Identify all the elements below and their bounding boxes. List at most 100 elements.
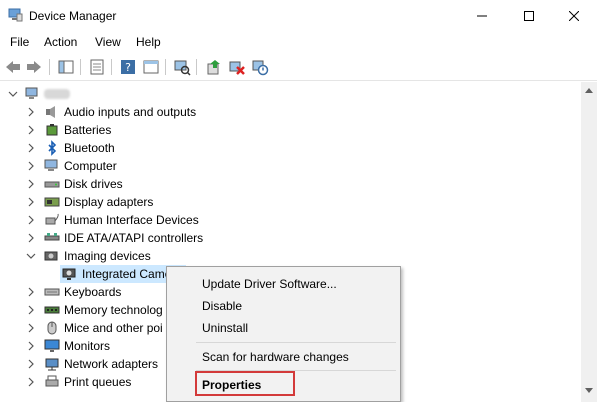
camera-icon xyxy=(44,251,58,261)
toolbar-separator xyxy=(49,59,50,75)
tree-item-label: Network adapters xyxy=(64,357,159,371)
tree-category-bluetooth[interactable]: Bluetooth xyxy=(0,139,581,157)
tree-item-label: Imaging devices xyxy=(64,249,151,263)
disk-drive-icon xyxy=(44,181,60,188)
tree-item-label: Audio inputs and outputs xyxy=(64,105,197,119)
chevron-right-icon[interactable] xyxy=(26,161,36,171)
properties-sheet-icon[interactable] xyxy=(88,58,106,76)
menu-action[interactable]: Action xyxy=(44,35,77,49)
chevron-right-icon[interactable] xyxy=(26,377,36,387)
printer-icon xyxy=(45,375,59,387)
toolbar-separator xyxy=(80,59,81,75)
computer-icon xyxy=(44,159,58,171)
tree-item-label: Keyboards xyxy=(64,285,122,299)
context-disable[interactable]: Disable xyxy=(202,299,242,313)
scroll-down-button[interactable] xyxy=(581,382,597,398)
chevron-right-icon[interactable] xyxy=(26,287,36,297)
context-uninstall[interactable]: Uninstall xyxy=(202,321,248,335)
context-scan-hardware[interactable]: Scan for hardware changes xyxy=(202,350,349,364)
toolbar-separator xyxy=(196,59,197,75)
title-bar: Device Manager xyxy=(0,0,597,31)
chevron-right-icon[interactable] xyxy=(26,215,36,225)
hid-icon xyxy=(45,213,59,225)
tree-category-audio-inputs-and-outputs[interactable]: Audio inputs and outputs xyxy=(0,103,581,121)
monitor-icon xyxy=(44,339,60,352)
computer-icon xyxy=(25,87,38,99)
tree-category-display-adapters[interactable]: Display adapters xyxy=(0,193,581,211)
chevron-right-icon[interactable] xyxy=(26,233,36,243)
tree-item-label: Disk drives xyxy=(64,177,123,191)
tree-item-label: Print queues xyxy=(64,375,132,389)
redacted-computer-name xyxy=(44,89,70,99)
keyboard-icon xyxy=(44,288,60,296)
chevron-right-icon[interactable] xyxy=(26,179,36,189)
network-icon xyxy=(45,358,59,371)
close-button[interactable] xyxy=(551,0,597,31)
chevron-right-icon[interactable] xyxy=(26,125,36,135)
help-icon[interactable]: ? xyxy=(119,58,137,76)
menu-bar: File Action View Help xyxy=(0,31,597,52)
minimize-icon xyxy=(477,15,487,16)
bluetooth-icon xyxy=(48,140,57,156)
forward-arrow-icon[interactable] xyxy=(25,58,43,76)
toolbar-separator xyxy=(111,59,112,75)
back-arrow-icon[interactable] xyxy=(4,58,22,76)
tree-item-label: IDE ATA/ATAPI controllers xyxy=(64,231,204,245)
tree-category-ide-ata-atapi-controllers[interactable]: IDE ATA/ATAPI controllers xyxy=(0,229,581,247)
chevron-right-icon[interactable] xyxy=(26,197,36,207)
show-hide-console-tree-icon[interactable] xyxy=(57,58,75,76)
view-details-icon[interactable] xyxy=(142,58,160,76)
display-adapter-icon xyxy=(44,197,60,207)
speaker-icon xyxy=(46,106,55,118)
webcam-icon xyxy=(62,268,76,280)
chevron-right-icon[interactable] xyxy=(26,359,36,369)
chevron-up-icon xyxy=(585,87,593,93)
update-driver-icon[interactable] xyxy=(205,58,223,76)
chevron-right-icon[interactable] xyxy=(26,323,36,333)
tree-category-batteries[interactable]: Batteries xyxy=(0,121,581,139)
tree-category-imaging-devices[interactable]: Imaging devices xyxy=(0,247,581,265)
context-update-driver[interactable]: Update Driver Software... xyxy=(202,277,337,291)
tree-category-human-interface-devices[interactable]: Human Interface Devices xyxy=(0,211,581,229)
maximize-icon xyxy=(524,10,534,21)
tree-item-label: Bluetooth xyxy=(64,141,115,155)
tree-item-label: Computer xyxy=(64,159,117,173)
chevron-right-icon[interactable] xyxy=(26,107,36,117)
enable-device-icon[interactable] xyxy=(251,58,269,76)
tree-item-label: Memory technolog xyxy=(64,303,163,317)
chevron-down-icon[interactable] xyxy=(26,251,36,261)
tree-item-label: Batteries xyxy=(64,123,112,137)
tree-category-computer[interactable]: Computer xyxy=(0,157,581,175)
menu-file[interactable]: File xyxy=(10,35,29,49)
tree-root[interactable] xyxy=(0,85,581,103)
context-properties[interactable]: Properties xyxy=(202,378,261,392)
scan-hardware-icon[interactable] xyxy=(173,58,191,76)
context-menu: Update Driver Software... Disable Uninst… xyxy=(166,266,401,402)
toolbar: ? xyxy=(0,53,597,81)
menu-view[interactable]: View xyxy=(95,35,121,49)
vertical-scrollbar[interactable] xyxy=(581,82,597,402)
chevron-down-icon[interactable] xyxy=(8,89,18,99)
tree-item-label: Human Interface Devices xyxy=(64,213,199,227)
minimize-button[interactable] xyxy=(459,0,505,31)
chevron-right-icon[interactable] xyxy=(26,341,36,351)
chevron-down-icon xyxy=(585,387,593,393)
tree-item-label: Integrated Came xyxy=(82,267,172,281)
tree-item-label: Mice and other poi xyxy=(64,321,163,335)
ide-controller-icon xyxy=(44,233,60,241)
chevron-right-icon[interactable] xyxy=(26,305,36,315)
memory-icon xyxy=(44,306,60,314)
scroll-up-button[interactable] xyxy=(581,82,597,98)
context-separator xyxy=(196,342,396,343)
maximize-button[interactable] xyxy=(506,0,552,31)
menu-help[interactable]: Help xyxy=(136,35,161,49)
tree-category-disk-drives[interactable]: Disk drives xyxy=(0,175,581,193)
tree-item-label: Monitors xyxy=(64,339,111,353)
mouse-icon xyxy=(47,321,57,335)
tree-item-label: Display adapters xyxy=(64,195,154,209)
uninstall-device-icon[interactable] xyxy=(228,58,246,76)
device-manager-icon xyxy=(8,8,23,22)
chevron-right-icon[interactable] xyxy=(26,143,36,153)
svg-text:?: ? xyxy=(125,61,131,74)
battery-icon xyxy=(46,124,58,136)
